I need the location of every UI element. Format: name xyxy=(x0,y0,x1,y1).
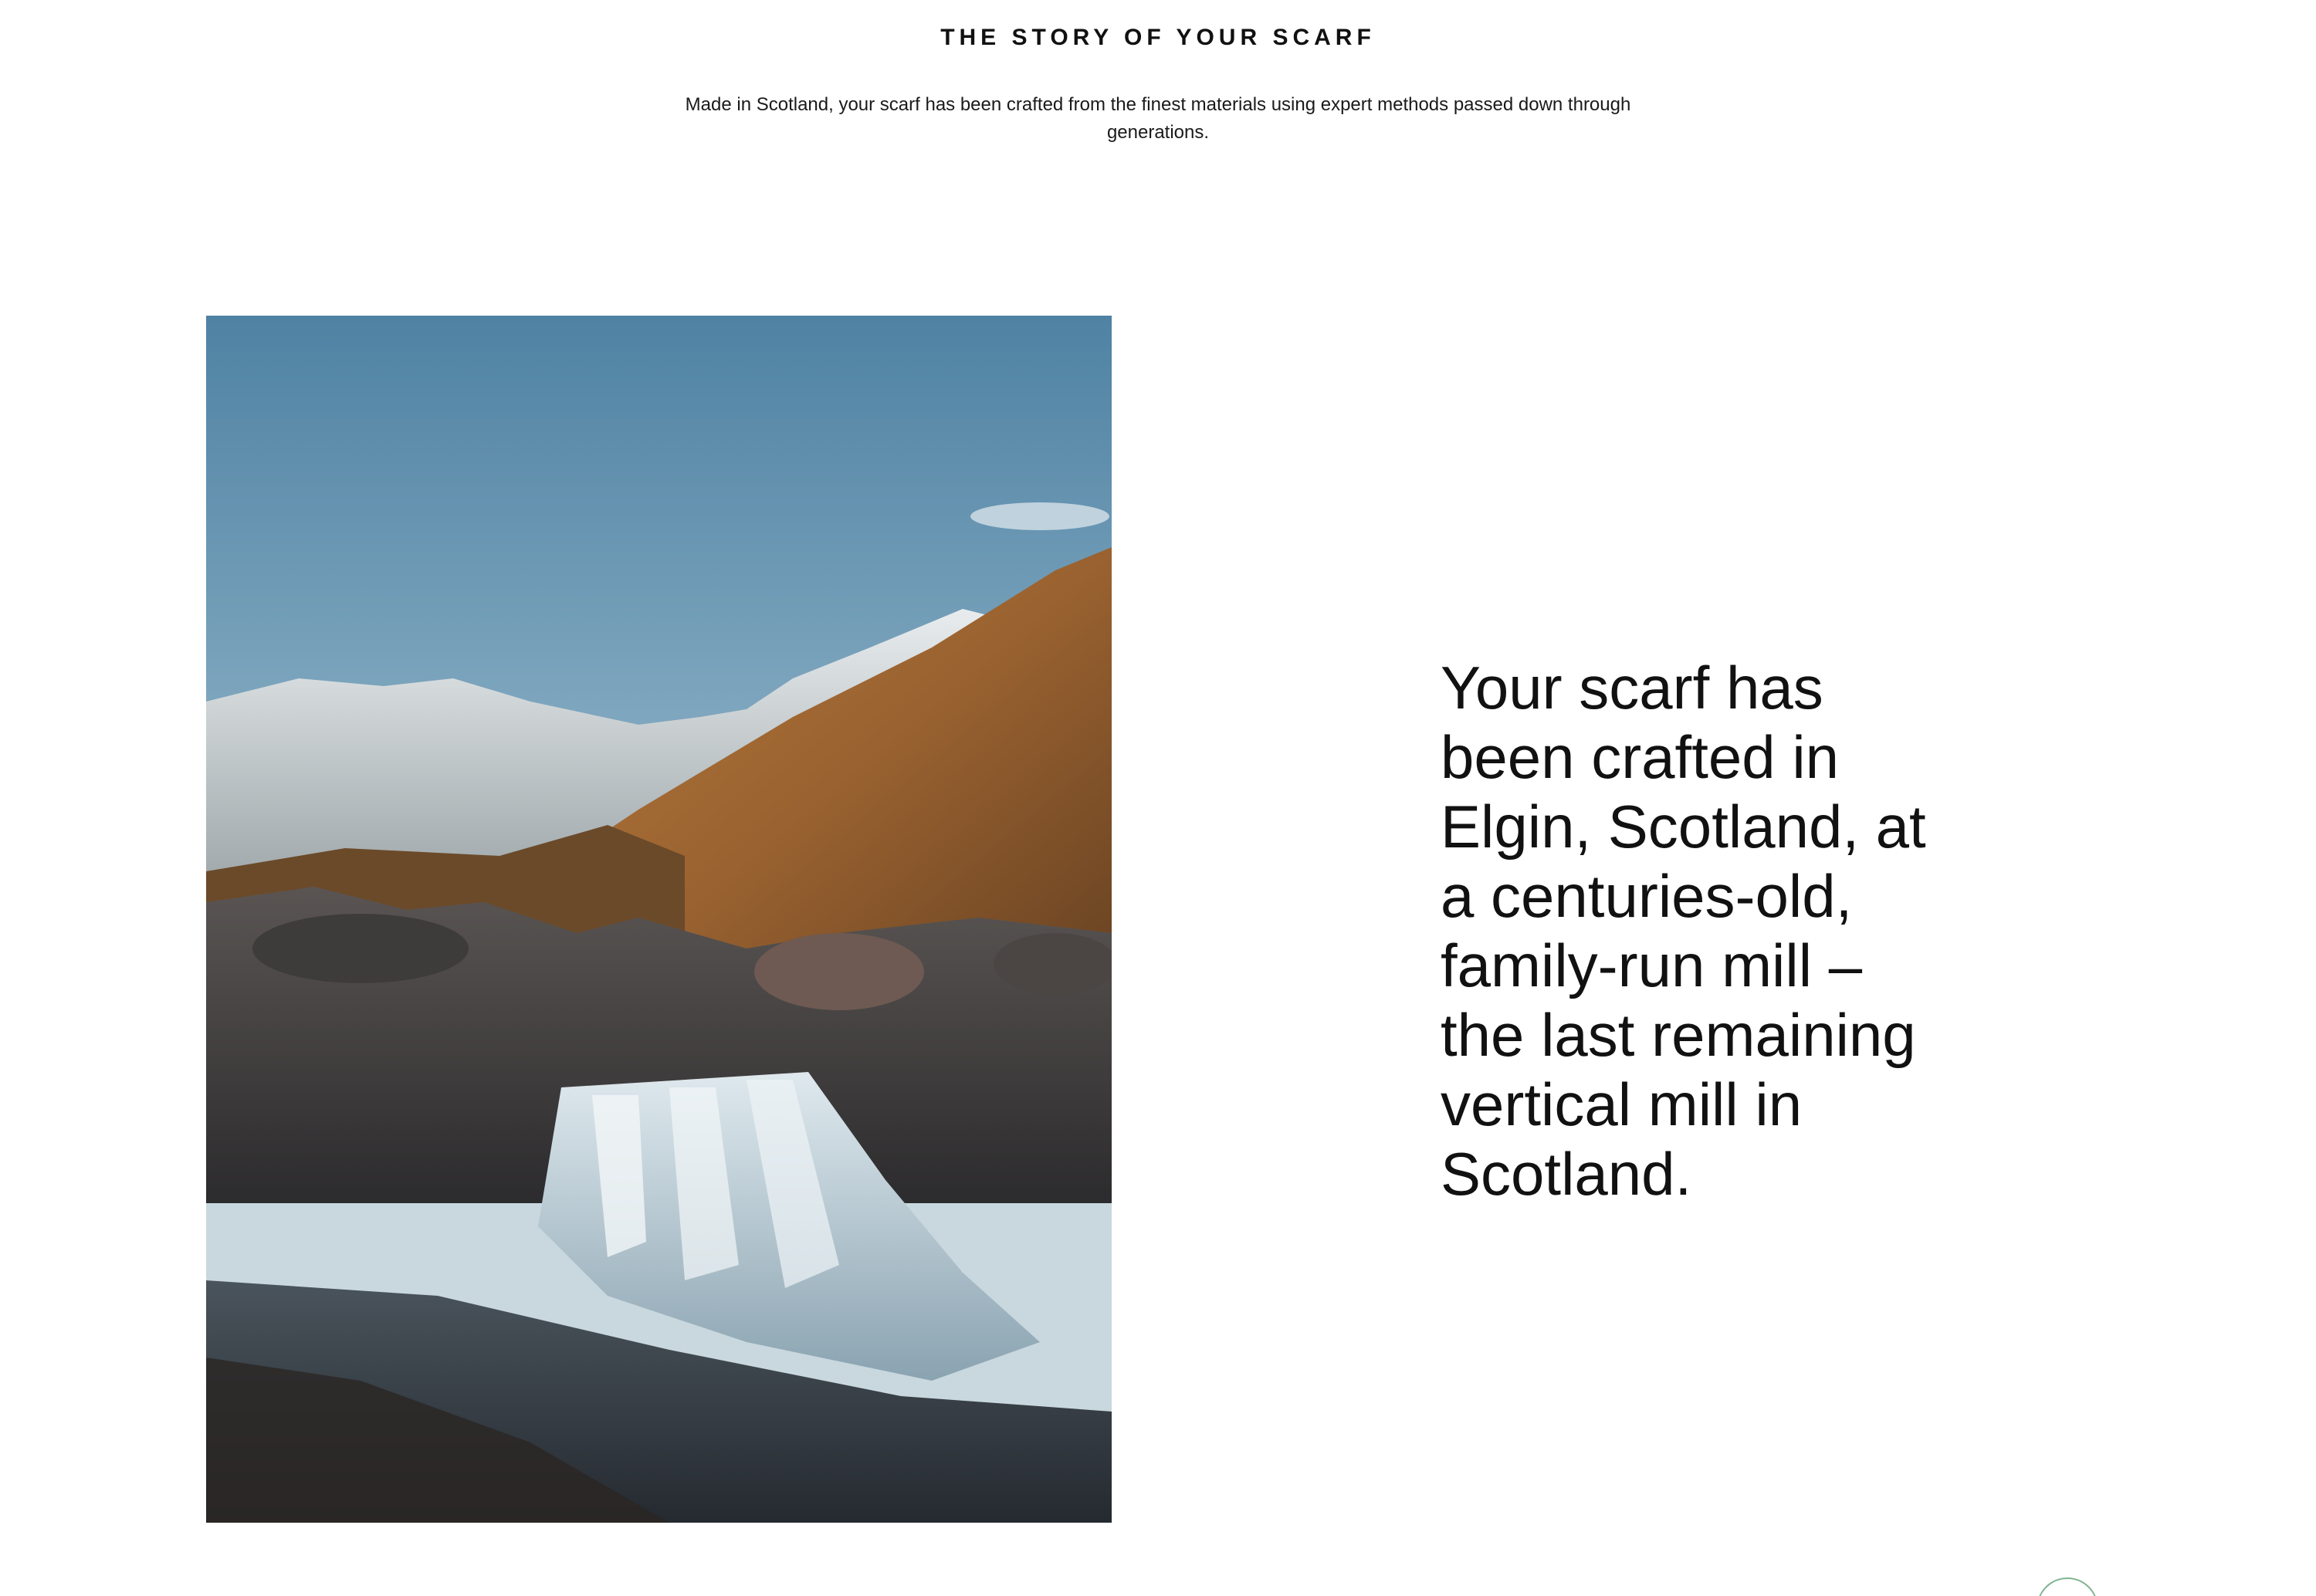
section-eyebrow: THE STORY OF YOUR SCARF xyxy=(940,25,1376,50)
highlands-waterfall-photo xyxy=(206,316,1112,1523)
feature-statement: Your scarf has been crafted in Elgin, Sc… xyxy=(1441,654,1926,1208)
section-intro: Made in Scotland, your scarf has been cr… xyxy=(685,94,1631,143)
story-section: THE STORY OF YOUR SCARF Made in Scotland… xyxy=(0,0,2316,1596)
chat-button[interactable] xyxy=(2037,1577,2098,1596)
landscape-illustration xyxy=(206,316,1112,1523)
